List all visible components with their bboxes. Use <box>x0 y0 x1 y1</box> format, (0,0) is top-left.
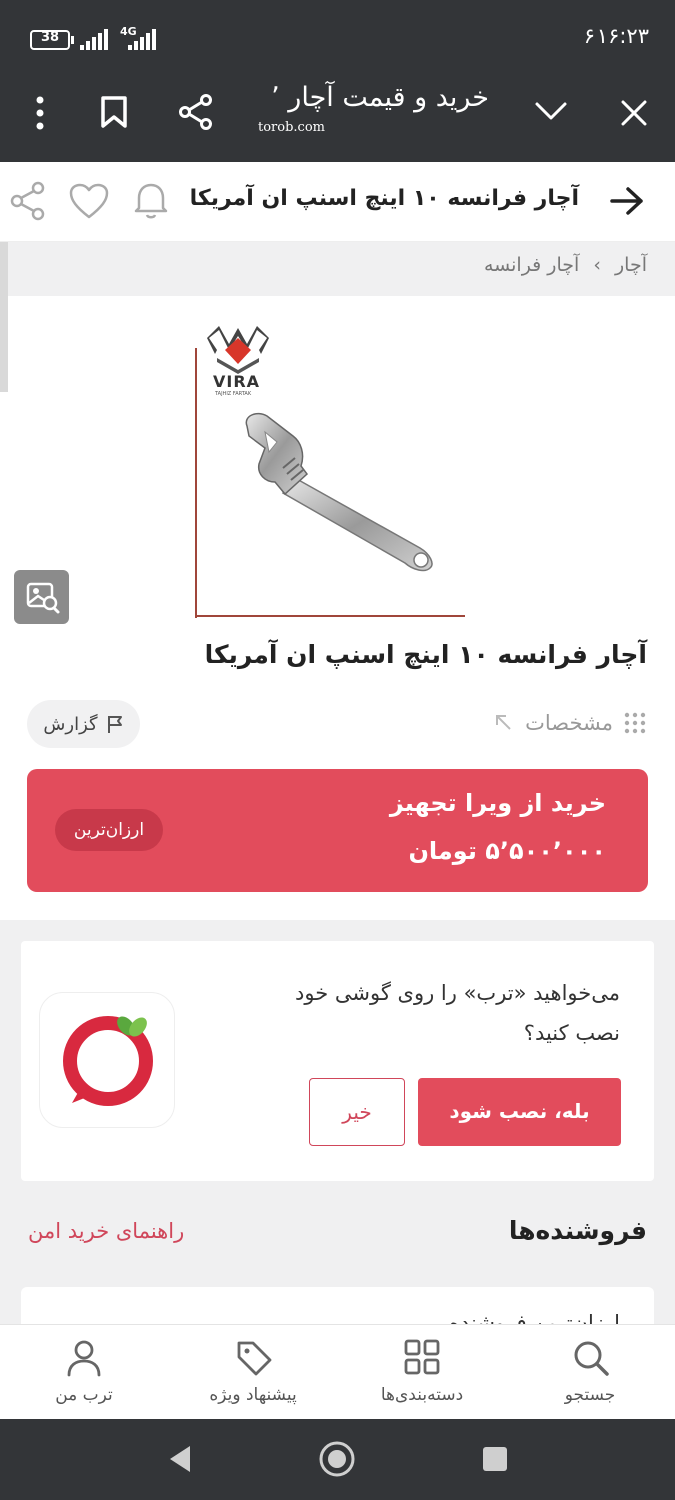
sellers-title: فروشنده‌ها <box>508 1216 647 1245</box>
offer-price: ۵٬۵۰۰٬۰۰۰ تومان <box>408 837 606 865</box>
bottom-nav: جستجو دسته‌بندی‌ها پیشنهاد ویژه ترب من <box>0 1324 675 1419</box>
vira-logo-subtext: TAJHIZ FARTAK <box>215 391 252 397</box>
image-gallery-button[interactable] <box>14 570 69 624</box>
battery-icon: 38 <box>30 30 70 50</box>
home-circle-icon[interactable] <box>318 1440 356 1478</box>
report-button[interactable]: گزارش <box>27 700 140 748</box>
nav-label-special-offer: پیشنهاد ویژه <box>209 1385 297 1405</box>
heart-icon[interactable] <box>68 182 110 220</box>
nav-item-categories[interactable]: دسته‌بندی‌ها <box>362 1325 482 1420</box>
breadcrumb-item-achar-faranse[interactable]: آچار فرانسه <box>484 254 579 276</box>
chevron-down-icon[interactable] <box>534 100 568 122</box>
image-search-icon <box>26 582 60 614</box>
browser-page-title: خرید و قیمت آچار ٬ <box>271 82 489 113</box>
nav-item-search[interactable]: جستجو <box>530 1325 650 1420</box>
install-prompt-card: می‌خواهید «ترب» را روی گوشی خود نصب کنید… <box>21 941 654 1181</box>
breadcrumb: آچار › آچار فرانسه <box>0 242 675 392</box>
header-title: آچار فرانسه ۱۰ اینچ اسنپ ان آمریکا <box>189 186 579 211</box>
offer-seller: خرید از ویرا تجهیز <box>389 789 606 817</box>
breadcrumb-item-achar[interactable]: آچار <box>615 254 647 276</box>
install-question-line1: می‌خواهید «ترب» را روی گوشی خود <box>295 981 620 1005</box>
browser-domain: torob.com <box>258 120 325 135</box>
share-icon[interactable] <box>9 181 47 221</box>
torob-app-icon <box>39 992 175 1128</box>
bookmark-icon[interactable] <box>100 95 128 129</box>
product-image[interactable]: VIRA TAJHIZ FARTAK <box>195 318 475 618</box>
status-bar: ۱۶:۲۳ ۶ 38 4G <box>0 0 675 80</box>
signal-icon <box>80 29 108 50</box>
bell-icon[interactable] <box>132 180 170 220</box>
safe-buy-guide-link[interactable]: راهنمای خرید امن <box>28 1219 184 1243</box>
wrench-image <box>245 412 433 572</box>
report-label: گزارش <box>43 713 98 735</box>
grid-dots-icon <box>624 712 646 734</box>
product-title: آچار فرانسه ۱۰ اینچ اسنپ ان آمریکا <box>204 640 647 669</box>
signal-icon-2 <box>128 29 156 50</box>
search-icon <box>574 1341 609 1376</box>
nav-label-categories: دسته‌بندی‌ها <box>380 1385 464 1405</box>
share-icon[interactable] <box>178 94 214 130</box>
nav-label-my-torob: ترب من <box>55 1385 113 1405</box>
nav-item-my-torob[interactable]: ترب من <box>24 1325 144 1420</box>
back-triangle-icon[interactable] <box>166 1444 194 1474</box>
tag-icon <box>237 1341 272 1376</box>
close-icon[interactable] <box>619 98 649 128</box>
cheapest-badge: ارزان‌ترین <box>55 809 163 851</box>
specs-link[interactable]: مشخصات <box>493 706 647 740</box>
recents-square-icon[interactable] <box>482 1446 508 1472</box>
nav-label-search: جستجو <box>564 1385 616 1405</box>
vira-logo-text: VIRA <box>213 372 261 391</box>
vira-logo-icon <box>207 326 269 374</box>
app-header: آچار فرانسه ۱۰ اینچ اسنپ ان آمریکا <box>0 162 675 242</box>
system-nav-bar <box>0 1419 675 1500</box>
flag-icon <box>107 716 122 733</box>
grid-icon <box>404 1339 440 1375</box>
status-time: ۱۶:۲۳ <box>596 24 649 48</box>
notification-count: ۶ <box>583 24 595 48</box>
nav-item-special-offer[interactable]: پیشنهاد ویژه <box>193 1325 313 1420</box>
install-no-button[interactable]: خیر <box>309 1078 405 1146</box>
specs-label: مشخصات <box>525 711 613 735</box>
battery-level: 38 <box>40 30 60 45</box>
user-icon <box>67 1340 101 1377</box>
breadcrumb-separator: › <box>593 254 601 276</box>
browser-bar: خرید و قیمت آچار ٬ torob.com <box>0 80 675 162</box>
arrow-up-left-icon <box>496 715 511 730</box>
buy-offer-card[interactable]: خرید از ویرا تجهیز ۵٬۵۰۰٬۰۰۰ تومان ارزان… <box>27 769 648 892</box>
more-menu-icon[interactable] <box>34 96 46 130</box>
install-yes-button[interactable]: بله، نصب شود <box>418 1078 621 1146</box>
back-arrow-icon[interactable] <box>610 186 644 216</box>
install-question-line2: نصب کنید؟ <box>523 1021 620 1045</box>
